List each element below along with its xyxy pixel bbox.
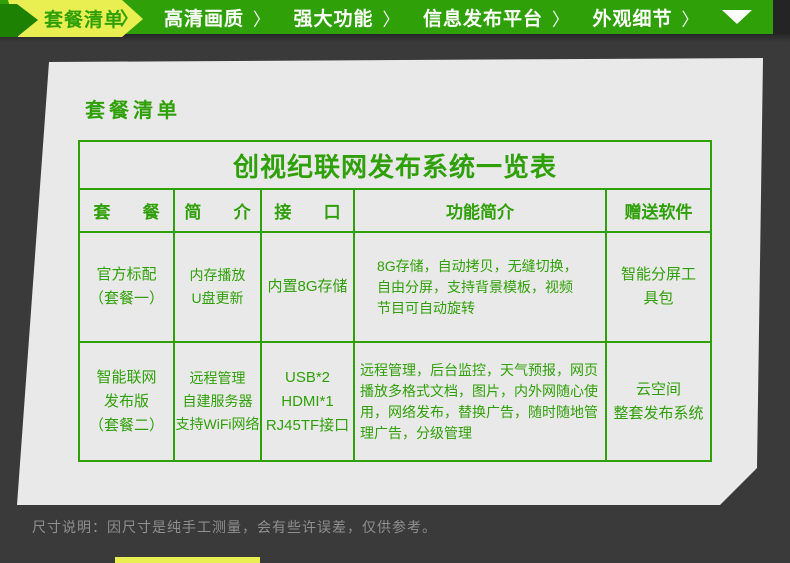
- nav-tab-label: 信息发布平台: [423, 4, 543, 31]
- table-header-row: 套餐 简介 接口 功能简介 赠送软件: [80, 190, 710, 233]
- chevron-right-icon: 〉: [682, 4, 700, 30]
- cell-software: 云空间 整套发布系统: [607, 343, 710, 460]
- cell-features: 远程管理，后台监控，天气预报，网页播放多格式文档，图片，内外网随心使用，网络发布…: [355, 343, 607, 460]
- cell-ports: 内置8G存储: [262, 233, 355, 343]
- cell-intro: 远程管理 自建服务器 支持WiFi网络: [175, 343, 262, 460]
- nav-tab-info-platform[interactable]: 信息发布平台 〉: [423, 4, 570, 31]
- nav-tab-package-list-active[interactable]: 套餐清单 〉: [0, 0, 150, 37]
- dropdown-triangle-icon[interactable]: [722, 10, 752, 24]
- chevron-right-icon: 〉: [253, 4, 271, 30]
- size-disclaimer-note: 尺寸说明：因尺寸是纯手工测量，会有些许误差，仅供参考。: [32, 517, 437, 537]
- table-row-package-1: 官方标配 （套餐一） 内存播放 U盘更新 内置8G存储 8G存储，自动拷贝，无缝…: [80, 233, 710, 343]
- header-package: 套餐: [80, 190, 175, 233]
- cell-package-name: 官方标配 （套餐一）: [80, 233, 175, 343]
- header-ports: 接口: [262, 190, 355, 233]
- header-intro: 简介: [175, 190, 262, 233]
- header-software: 赠送软件: [607, 190, 710, 233]
- nav-corner-dark: [773, 0, 790, 34]
- chevron-right-icon: 〉: [120, 5, 138, 31]
- page: 高清画质 〉 强大功能 〉 信息发布平台 〉 外观细节 〉 套餐清单 〉 套餐清…: [0, 0, 790, 563]
- chevron-right-icon: 〉: [552, 4, 570, 30]
- nav-tab-label: 高清画质: [164, 4, 244, 31]
- table-row-package-2: 智能联网 发布版 （套餐二） 远程管理 自建服务器 支持WiFi网络 USB*2…: [80, 343, 710, 460]
- nav-tab-appearance-details[interactable]: 外观细节 〉: [593, 4, 700, 31]
- section-heading: 套餐清单: [85, 94, 181, 123]
- nav-tab-label: 外观细节: [593, 4, 673, 31]
- nav-items: 高清画质 〉 强大功能 〉 信息发布平台 〉 外观细节 〉: [158, 0, 758, 34]
- cell-ports: USB*2 HDMI*1 RJ45TF接口: [262, 343, 355, 460]
- chevron-right-icon: 〉: [383, 4, 401, 30]
- cell-intro: 内存播放 U盘更新: [175, 233, 262, 343]
- cell-package-name: 智能联网 发布版 （套餐二）: [80, 343, 175, 460]
- nav-tab-hd-quality[interactable]: 高清画质 〉: [164, 4, 271, 31]
- nav-tab-powerful-features[interactable]: 强大功能 〉: [294, 4, 401, 31]
- table-title: 创视纪联网发布系统一览表: [80, 142, 710, 190]
- nav-tab-label: 强大功能: [294, 4, 374, 31]
- package-spec-table: 创视纪联网发布系统一览表 套餐 简介 接口 功能简介 赠送软件 官方标配 （套餐…: [78, 140, 712, 462]
- header-features: 功能简介: [355, 190, 607, 233]
- active-tab-label: 套餐清单: [42, 0, 126, 36]
- cell-software: 智能分屏工 具包: [607, 233, 710, 343]
- next-section-tab-edge: [115, 557, 260, 563]
- cell-features: 8G存储，自动拷贝，无缝切换，自由分屏，支持背景模板，视频节目可自动旋转: [355, 233, 607, 343]
